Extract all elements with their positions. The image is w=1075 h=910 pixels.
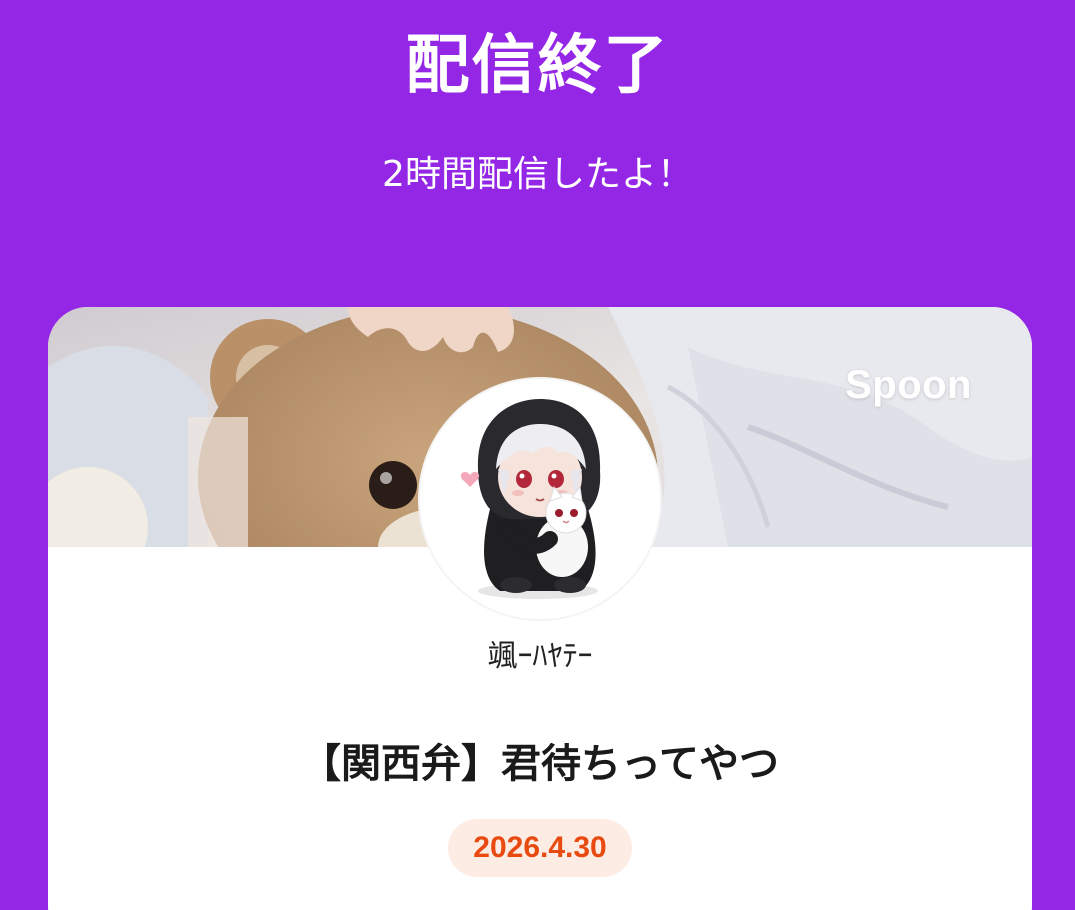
page-title: 配信終了 bbox=[405, 29, 670, 103]
username: 颯ｰﾊﾔﾃｰ bbox=[487, 639, 593, 674]
date-badge: 2026.4.30 bbox=[448, 819, 632, 877]
live-summary-card: Spoon 颯ｰﾊﾔﾃｰ 【関西弁】君待ちってやつ 2026.4.30 bbox=[48, 307, 1032, 910]
duration-message: 2時間配信したよ！ bbox=[382, 154, 693, 195]
spoon-logo: Spoon bbox=[845, 363, 972, 407]
user-avatar[interactable] bbox=[420, 379, 660, 619]
live-title: 【関西弁】君待ちってやつ bbox=[301, 741, 779, 787]
live-ended-screen: 配信終了 2時間配信したよ！ Spoon 颯ｰﾊﾔﾃｰ 【関西弁】君待ちってやつ… bbox=[0, 0, 1075, 910]
